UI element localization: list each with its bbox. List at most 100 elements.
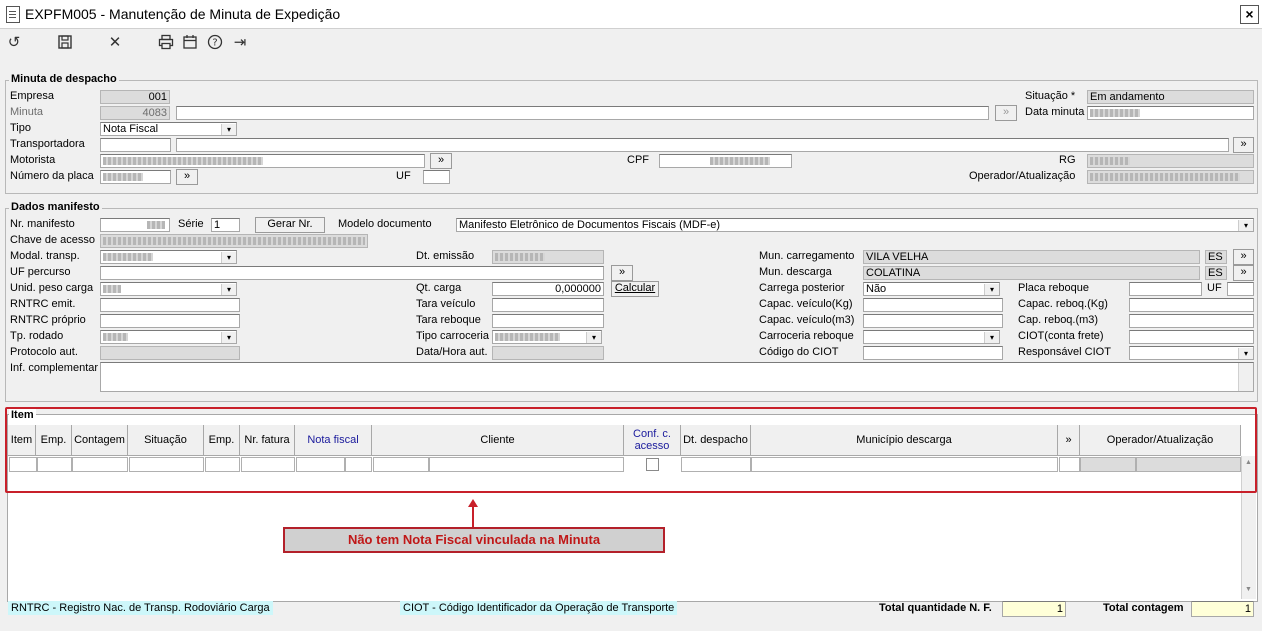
rg-label: RG [1059, 154, 1076, 166]
print-icon[interactable] [157, 34, 175, 52]
motorista-field[interactable] [100, 154, 425, 168]
chevron-down-icon: ▾ [1238, 220, 1253, 231]
gerar-nr-button[interactable]: Gerar Nr. [255, 217, 325, 233]
mun-carregamento-field[interactable]: VILA VELHA [863, 250, 1200, 264]
chevron-down-icon: ▾ [984, 332, 999, 343]
capac-m3-label: Capac. veículo(m3) [759, 314, 855, 326]
tara-veiculo-label: Tara veículo [416, 298, 476, 310]
tipo-select[interactable]: Nota Fiscal ▾ [100, 122, 237, 136]
minuta-more-button[interactable]: » [995, 105, 1017, 121]
nr-manifesto-label: Nr. manifesto [10, 218, 75, 230]
resp-ciot-label: Responsável CIOT [1018, 346, 1111, 358]
tp-rodado-select[interactable]: ▾ [100, 330, 237, 344]
scroll-down-icon[interactable]: ▼ [1245, 586, 1252, 593]
redacted-text [1090, 173, 1240, 181]
modelo-label: Modelo documento [338, 218, 432, 230]
redacted-text [147, 221, 165, 229]
transportadora-name-field[interactable] [176, 138, 1229, 152]
mun-descarga-field[interactable]: COLATINA [863, 266, 1200, 280]
transportadora-more-button[interactable]: » [1233, 137, 1254, 153]
situacao-field[interactable]: Em andamento [1087, 90, 1254, 104]
codigo-ciot-label: Código do CIOT [759, 346, 839, 358]
carrega-posterior-value: Não [866, 283, 887, 295]
capac-m3-field[interactable] [863, 314, 1003, 328]
cap-reboq-m3-field[interactable] [1129, 314, 1254, 328]
serie-field[interactable]: 1 [211, 218, 240, 232]
uf-descarga-field: ES [1205, 266, 1227, 280]
mun-carregamento-more-button[interactable]: » [1233, 249, 1254, 265]
redacted-text [1090, 109, 1140, 117]
undo-icon[interactable]: ↺ [5, 34, 23, 52]
exit-icon[interactable]: ⇥ [231, 34, 249, 52]
calendar-icon[interactable] [181, 34, 199, 52]
redacted-text [103, 173, 143, 181]
uf-reboque-label: UF [1207, 282, 1222, 294]
minuta-description-field[interactable] [176, 106, 989, 120]
ciot-frete-field[interactable] [1129, 330, 1254, 344]
qt-carga-field[interactable]: 0,000000 [492, 282, 604, 296]
placa-more-button[interactable]: » [176, 169, 198, 185]
cancel-icon[interactable]: ✕ [106, 34, 124, 52]
inf-complementar-textarea[interactable] [100, 362, 1254, 392]
chave-label: Chave de acesso [10, 234, 95, 246]
rntrc-proprio-label: RNTRC próprio [10, 314, 86, 326]
arrow-up-icon [468, 499, 478, 527]
total-contagem-field: 1 [1191, 601, 1254, 617]
placa-reboque-label: Placa reboque [1018, 282, 1089, 294]
rntrc-proprio-field[interactable] [100, 314, 240, 328]
total-contagem-label: Total contagem [1103, 602, 1184, 614]
motorista-more-button[interactable]: » [430, 153, 452, 169]
mun-descarga-label: Mun. descarga [759, 266, 832, 278]
capac-kg-field[interactable] [863, 298, 1003, 312]
nr-manifesto-field[interactable] [100, 218, 170, 232]
resp-ciot-select[interactable]: ▾ [1129, 346, 1254, 360]
data-hora-label: Data/Hora aut. [416, 346, 488, 358]
empresa-field[interactable]: 001 [100, 90, 170, 104]
redacted-text [103, 285, 121, 293]
help-icon[interactable]: ? [206, 34, 224, 52]
highlight-box [5, 407, 1257, 493]
data-minuta-label: Data minuta [1025, 106, 1085, 118]
total-nf-label: Total quantidade N. F. [879, 602, 992, 614]
chevron-down-icon: ▾ [1238, 348, 1253, 359]
tipo-carroceria-select[interactable]: ▾ [492, 330, 602, 344]
title-bar: EXPFM005 - Manutenção de Minuta de Exped… [0, 0, 1262, 29]
empresa-label: Empresa [10, 90, 55, 102]
uf-reboque-field[interactable] [1227, 282, 1254, 296]
modelo-select[interactable]: Manifesto Eletrônico de Documentos Fisca… [456, 218, 1254, 232]
codigo-ciot-field[interactable] [863, 346, 1003, 360]
situacao-label: Situação * [1025, 90, 1076, 102]
redacted-text [103, 253, 153, 261]
transportadora-code-field[interactable] [100, 138, 171, 152]
data-minuta-field[interactable] [1087, 106, 1254, 120]
transportadora-label: Transportadora [10, 138, 85, 150]
unid-peso-select[interactable]: ▾ [100, 282, 237, 296]
mun-descarga-more-button[interactable]: » [1233, 265, 1254, 281]
modal-select[interactable]: ▾ [100, 250, 237, 264]
serie-label: Série [178, 218, 204, 230]
dt-emissao-label: Dt. emissão [416, 250, 475, 262]
tara-reboque-field[interactable] [492, 314, 604, 328]
placa-reboque-field[interactable] [1129, 282, 1202, 296]
rg-field[interactable] [1087, 154, 1254, 168]
chevron-down-icon: ▾ [221, 252, 236, 263]
motorista-label: Motorista [10, 154, 56, 166]
tara-veiculo-field[interactable] [492, 298, 604, 312]
close-button[interactable]: × [1240, 5, 1259, 24]
scrollbar[interactable] [1238, 363, 1253, 391]
chevron-down-icon: ▾ [984, 284, 999, 295]
inf-complementar-label: Inf. complementar [10, 362, 99, 374]
placa-field[interactable] [100, 170, 171, 184]
save-icon[interactable] [56, 34, 74, 52]
uf-percurso-field[interactable] [100, 266, 604, 280]
rntrc-emit-field[interactable] [100, 298, 240, 312]
cap-reboq-kg-field[interactable] [1129, 298, 1254, 312]
carrega-posterior-select[interactable]: Não ▾ [863, 282, 1000, 296]
cpf-field[interactable] [659, 154, 792, 168]
window-title: EXPFM005 - Manutenção de Minuta de Exped… [25, 6, 341, 22]
calcular-button[interactable]: Calcular [611, 281, 659, 297]
uf-percurso-more-button[interactable]: » [611, 265, 633, 281]
carroceria-reboque-select[interactable]: ▾ [863, 330, 1000, 344]
uf-field[interactable] [423, 170, 450, 184]
minuta-field[interactable]: 4083 [100, 106, 170, 120]
